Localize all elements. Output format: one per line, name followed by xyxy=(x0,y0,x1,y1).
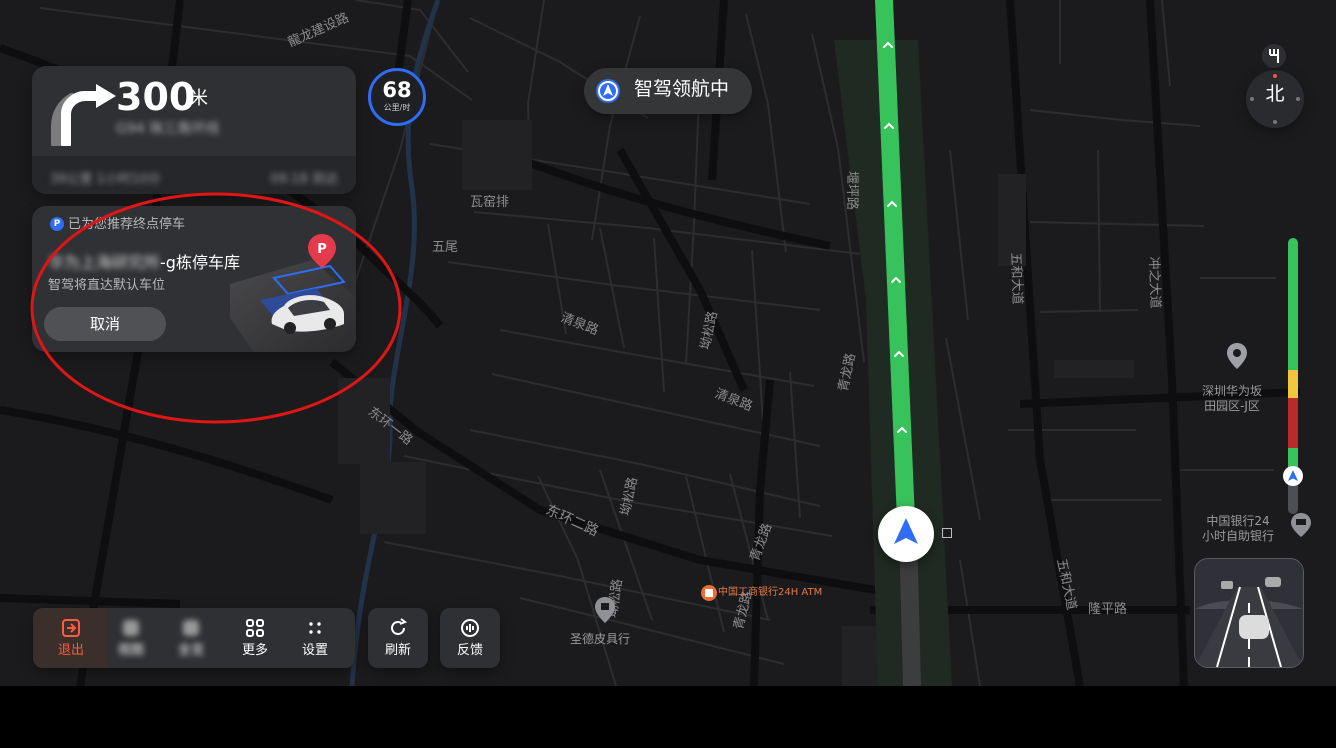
traffic-car-icon xyxy=(1283,466,1303,486)
overview-button[interactable]: 全览 xyxy=(161,608,221,668)
feedback-group: 反馈 xyxy=(440,608,500,668)
poi-bank-label[interactable]: 中国银行24 小时自助银行 xyxy=(1202,514,1274,544)
parking-car-illustration: P xyxy=(230,234,356,352)
feedback-icon xyxy=(461,619,479,637)
location-pin-icon[interactable] xyxy=(1226,342,1248,374)
map-road-label: 冲之大道 xyxy=(1145,256,1163,309)
navigation-assist-icon xyxy=(596,79,620,103)
speed-badge: 68 公里/时 xyxy=(368,68,426,126)
next-turn-distance: 300 xyxy=(116,75,196,119)
traffic-segment-yellow xyxy=(1288,370,1298,398)
exit-icon xyxy=(62,619,80,637)
feedback-label: 反馈 xyxy=(456,643,483,658)
map-road-label: 隆平路 xyxy=(1088,602,1128,617)
more-label: 更多 xyxy=(241,643,268,658)
navigation-card[interactable]: 300 米 G94 珠三角环线 39公里 1小时10分 09:18 到达 xyxy=(32,66,356,194)
parking-lot-suffix: -g栋停车库 xyxy=(160,253,240,272)
parking-recommendation-card[interactable]: P 已为您推荐终点停车 华为上海研究所-g栋停车库 智驾将直达默认车位 取消 P xyxy=(32,206,356,352)
turn-right-icon xyxy=(51,84,116,146)
poi-shop-label[interactable]: 圣德皮具行 xyxy=(570,632,630,647)
settings-icon xyxy=(309,622,321,634)
view-button[interactable]: 视图 xyxy=(101,608,161,668)
vehicle-position-icon xyxy=(878,506,934,562)
distance-unit: 米 xyxy=(190,88,208,109)
speed-value: 68 xyxy=(382,78,412,102)
compass-button[interactable]: 北 xyxy=(1246,70,1304,128)
poi-huawei-label[interactable]: 深圳华为坂 田园区-J区 xyxy=(1202,384,1262,414)
atm-icon[interactable] xyxy=(700,584,718,606)
mini-camera-view[interactable] xyxy=(1194,558,1304,668)
trip-distance-time: 39公里 1小时10分 xyxy=(50,172,161,187)
traffic-segment-red xyxy=(1288,398,1298,448)
assist-status-label: 智驾领航中 xyxy=(634,78,730,100)
map-place-label: 瓦窑排 xyxy=(470,195,510,210)
grid-icon xyxy=(246,619,264,637)
refresh-group: 刷新 xyxy=(368,608,428,668)
trip-summary: 39公里 1小时10分 09:18 到达 xyxy=(32,156,356,194)
settings-label: 设置 xyxy=(301,643,328,658)
map-road-label: 堰坪路 xyxy=(844,170,860,211)
map-square-icon xyxy=(942,528,952,538)
refresh-icon xyxy=(391,618,408,635)
more-button[interactable]: 更多 xyxy=(225,608,285,668)
settings-button[interactable]: 设置 xyxy=(285,608,345,668)
view-icon xyxy=(123,620,139,636)
feedback-button[interactable]: 反馈 xyxy=(440,608,500,668)
view-label: 视图 xyxy=(117,643,144,658)
bank-pin-icon[interactable] xyxy=(1290,512,1312,542)
restaurant-icon xyxy=(1262,44,1286,68)
bottom-black-area xyxy=(0,686,1336,748)
exit-button[interactable]: 退出 xyxy=(41,608,101,668)
parking-subtitle: 智驾将直达默认车位 xyxy=(48,278,166,293)
arrival-time: 09:18 到达 xyxy=(270,172,338,187)
refresh-label: 刷新 xyxy=(384,643,411,658)
svg-text:P: P xyxy=(317,242,327,257)
map-place-label: 五尾 xyxy=(432,240,459,255)
map-road-label: 五和大道 xyxy=(1007,252,1025,305)
assist-status-pill[interactable]: 智驾领航中 xyxy=(584,68,752,114)
parking-header: P 已为您推荐终点停车 xyxy=(50,216,186,233)
parking-lot-prefix: 华为上海研究所 xyxy=(48,253,161,272)
map-control-group: 退出 视图 全览 更多 设置 xyxy=(33,608,355,668)
shop-pin-icon[interactable] xyxy=(594,596,616,628)
next-road-name: G94 珠三角环线 xyxy=(116,121,220,137)
cancel-parking-button[interactable]: 取消 xyxy=(44,307,166,341)
poi-atm-label[interactable]: 中国工商银行24H ATM xyxy=(718,587,822,600)
parking-header-text: 已为您推荐终点停车 xyxy=(68,217,186,232)
exit-label: 退出 xyxy=(57,643,84,658)
parking-icon: P xyxy=(50,216,64,231)
traffic-segment-green xyxy=(1288,238,1298,370)
speed-unit: 公里/时 xyxy=(383,103,411,112)
overview-icon xyxy=(183,620,199,636)
parking-lot-name: 华为上海研究所-g栋停车库 xyxy=(48,255,240,271)
refresh-button[interactable]: 刷新 xyxy=(368,608,428,668)
screen: 龍龙建设路 瓦窑排 五尾 清泉路 清泉路 东环一路 东环二路 坳松路 坳松路 青… xyxy=(0,0,1336,748)
overview-label: 全览 xyxy=(177,643,204,658)
compass-label: 北 xyxy=(1265,83,1285,105)
